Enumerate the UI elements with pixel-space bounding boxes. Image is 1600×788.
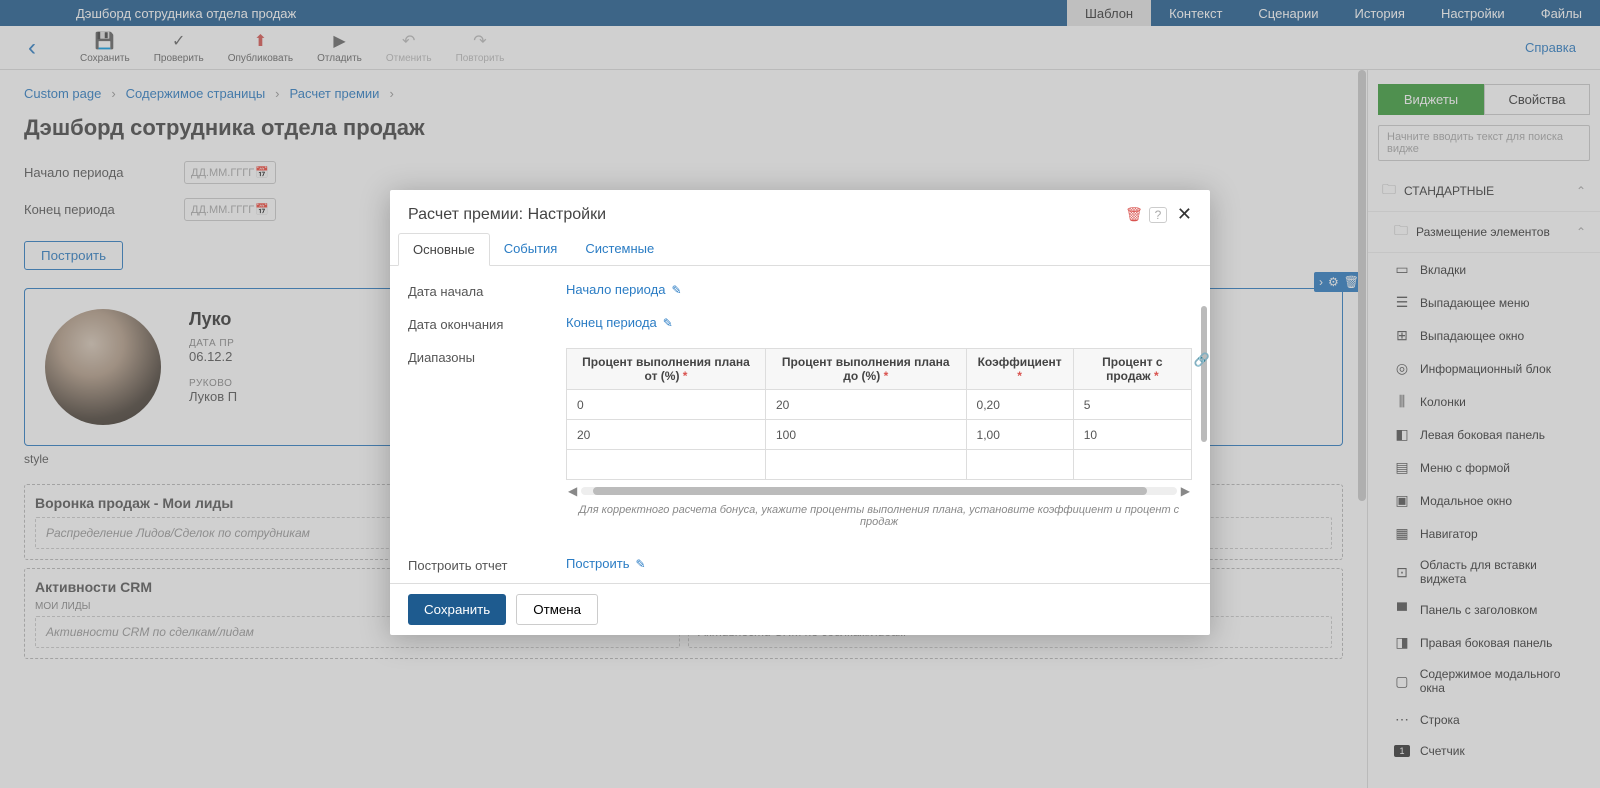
col-coeff: Коэффициент * bbox=[966, 349, 1073, 390]
scroll-left-icon[interactable]: ◀ bbox=[566, 484, 579, 498]
end-date-label: Дата окончания bbox=[408, 315, 566, 332]
table-row: 0200,205 bbox=[567, 390, 1192, 420]
start-date-label: Дата начала bbox=[408, 282, 566, 299]
col-plan-from: Процент выполнения плана от (%) * bbox=[567, 349, 766, 390]
modal-save-button[interactable]: Сохранить bbox=[408, 594, 506, 625]
col-plan-to: Процент выполнения плана до (%) * bbox=[765, 349, 966, 390]
settings-modal: Расчет премии: Настройки 🗑 ? ✕ Основные … bbox=[390, 190, 1210, 635]
table-row bbox=[567, 450, 1192, 480]
ranges-table[interactable]: Процент выполнения плана от (%) * Процен… bbox=[566, 348, 1192, 480]
start-date-value[interactable]: Начало периода✎ bbox=[566, 282, 682, 297]
col-sales-pct: Процент с продаж * bbox=[1073, 349, 1191, 390]
scroll-right-icon[interactable]: ▶ bbox=[1179, 484, 1192, 498]
table-row: 201001,0010 bbox=[567, 420, 1192, 450]
modal-overlay[interactable]: Расчет премии: Настройки 🗑 ? ✕ Основные … bbox=[0, 0, 1600, 788]
modal-tab-events[interactable]: События bbox=[490, 233, 572, 265]
link-icon[interactable]: 🔗 bbox=[1194, 352, 1210, 368]
ranges-note: Для корректного расчета бонуса, укажите … bbox=[566, 504, 1192, 528]
build-report-label: Построить отчет bbox=[408, 556, 566, 573]
build-report-value[interactable]: Построить✎ bbox=[566, 556, 646, 571]
close-icon[interactable]: ✕ bbox=[1177, 204, 1192, 225]
help-icon[interactable]: ? bbox=[1149, 207, 1167, 223]
edit-icon[interactable]: ✎ bbox=[663, 316, 673, 330]
modal-title: Расчет премии: Настройки bbox=[408, 206, 1119, 224]
modal-scrollbar[interactable] bbox=[1201, 306, 1207, 533]
modal-cancel-button[interactable]: Отмена bbox=[516, 594, 598, 625]
modal-tab-system[interactable]: Системные bbox=[571, 233, 668, 265]
modal-tab-main[interactable]: Основные bbox=[398, 233, 490, 266]
edit-icon[interactable]: ✎ bbox=[635, 557, 645, 571]
table-hscroll[interactable]: ◀ ▶ bbox=[566, 484, 1192, 498]
delete-icon[interactable]: 🗑 bbox=[1125, 206, 1143, 223]
end-date-value[interactable]: Конец периода✎ bbox=[566, 315, 673, 330]
ranges-label: Диапазоны bbox=[408, 348, 566, 365]
edit-icon[interactable]: ✎ bbox=[671, 283, 681, 297]
